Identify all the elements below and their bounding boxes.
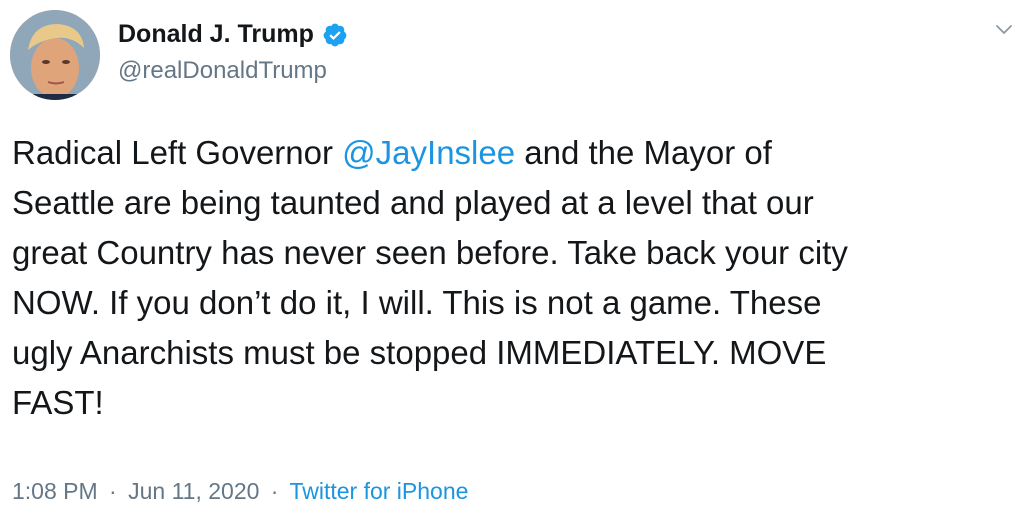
- tweet-source-link[interactable]: Twitter for iPhone: [289, 478, 468, 504]
- meta-separator: ·: [270, 478, 279, 504]
- verified-badge-icon: [323, 23, 347, 46]
- tweet-card: Donald J. Trump @realDonaldTrump Radical…: [0, 0, 1024, 528]
- mention-link[interactable]: @JayInslee: [342, 134, 515, 171]
- tweet-line: ugly Anarchists must be stopped IMMEDIAT…: [12, 334, 827, 371]
- tweet-meta: 1:08 PM · Jun 11, 2020 · Twitter for iPh…: [12, 478, 468, 505]
- avatar[interactable]: [10, 10, 100, 100]
- tweet-line: great Country has never seen before. Tak…: [12, 234, 848, 271]
- tweet-text-segment: and the Mayor of: [515, 134, 772, 171]
- tweet-text-segment: Radical Left Governor: [12, 134, 343, 171]
- tweet-line: FAST!: [12, 384, 104, 421]
- meta-separator: ·: [109, 478, 117, 504]
- chevron-down-icon[interactable]: [994, 20, 1014, 40]
- tweet-date[interactable]: Jun 11, 2020: [128, 478, 259, 504]
- author-name-text[interactable]: Donald J. Trump: [118, 20, 314, 49]
- author-handle[interactable]: @realDonaldTrump: [118, 57, 327, 85]
- author-name[interactable]: Donald J. Trump: [118, 20, 348, 49]
- tweet-text: Radical Left Governor @JayInslee and the…: [12, 128, 1012, 428]
- tweet-time[interactable]: 1:08 PM: [12, 478, 98, 504]
- tweet-line: Radical Left Governor @JayInslee and the…: [12, 128, 1012, 178]
- tweet-line: NOW. If you don’t do it, I will. This is…: [12, 284, 822, 321]
- tweet-line: Seattle are being taunted and played at …: [12, 184, 814, 221]
